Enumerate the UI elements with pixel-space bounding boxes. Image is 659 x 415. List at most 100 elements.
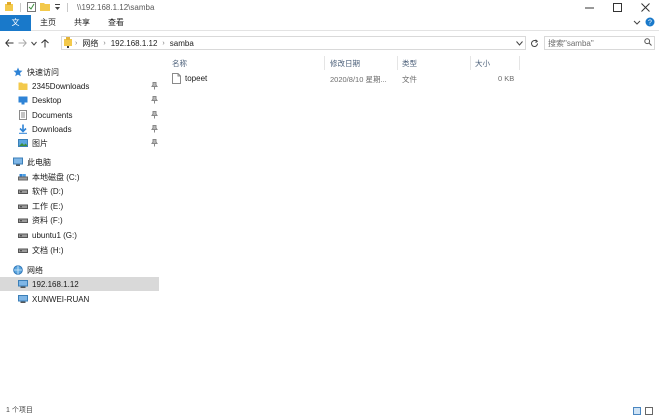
nav-item-pictures[interactable]: 图片 — [17, 136, 48, 150]
nav-network-item-xunwei[interactable]: XUNWEI-RUAN — [17, 292, 89, 306]
column-divider[interactable] — [470, 56, 471, 70]
search-input[interactable] — [548, 38, 644, 48]
nav-label: 本地磁盘 (C:) — [32, 172, 80, 182]
computer-icon — [17, 293, 29, 305]
download-arrow-icon — [17, 123, 29, 135]
file-modified: 2020/8/10 星期... — [330, 75, 387, 84]
nav-item-documents[interactable]: Documents — [17, 108, 72, 122]
column-header-name[interactable]: 名称 — [172, 56, 187, 70]
tab-share[interactable]: 共享 — [65, 15, 99, 31]
properties-icon[interactable] — [27, 1, 36, 14]
nav-item-downloads[interactable]: Downloads — [17, 122, 72, 136]
back-button[interactable] — [3, 34, 16, 52]
ribbon-right-controls: ? — [633, 15, 655, 31]
file-icon — [172, 73, 181, 86]
svg-text:?: ? — [648, 20, 652, 27]
nav-label: 此电脑 — [27, 157, 51, 167]
nav-drive-c[interactable]: 本地磁盘 (C:) — [17, 170, 80, 184]
network-icon — [12, 264, 24, 276]
search-field[interactable] — [544, 36, 655, 50]
nav-label: 图片 — [32, 138, 48, 148]
nav-label: 快速访问 — [27, 67, 59, 77]
desktop-icon — [17, 94, 29, 106]
nav-drive-d[interactable]: 软件 (D:) — [17, 184, 64, 198]
navigation-pane: 快速访问 2345Downloads Desktop Documents Dow… — [0, 57, 160, 407]
nav-item-2345downloads[interactable]: 2345Downloads — [17, 79, 89, 93]
nav-drive-h[interactable]: 文档 (H:) — [17, 243, 64, 257]
column-header-type[interactable]: 类型 — [402, 56, 417, 70]
nav-label: Documents — [32, 110, 73, 120]
nav-item-desktop[interactable]: Desktop — [17, 93, 61, 107]
refresh-button[interactable] — [527, 36, 541, 50]
breadcrumb-host[interactable]: 192.168.1.12 — [111, 39, 158, 48]
close-button[interactable] — [631, 0, 659, 15]
search-icon[interactable] — [644, 38, 652, 48]
column-divider[interactable] — [397, 56, 398, 70]
tab-file[interactable]: 文件 — [0, 14, 31, 43]
up-button[interactable] — [38, 34, 51, 52]
nav-label: Desktop — [32, 95, 62, 105]
nav-label: 资料 (F:) — [32, 215, 63, 225]
large-icons-view-icon[interactable] — [645, 407, 653, 415]
file-size: 0 KB — [498, 74, 515, 83]
ribbon-tabs: 文件 主页 共享 查看 ? — [0, 14, 659, 43]
customize-toolbar-icon[interactable] — [54, 3, 61, 13]
nav-drive-e[interactable]: 工作 (E:) — [17, 199, 63, 213]
nav-network-item-host[interactable]: 192.168.1.12 — [0, 277, 159, 291]
address-dropdown-button[interactable] — [513, 37, 525, 49]
address-bar[interactable]: › 网络 › 192.168.1.12 › samba — [61, 36, 526, 50]
nav-drive-f[interactable]: 资料 (F:) — [17, 213, 63, 227]
pin-icon[interactable] — [150, 138, 158, 148]
nav-label: 192.168.1.12 — [32, 279, 79, 289]
nav-label: 文档 (H:) — [32, 245, 64, 255]
drive-icon — [17, 200, 29, 212]
breadcrumb-separator: › — [162, 39, 165, 47]
pin-icon[interactable] — [150, 95, 158, 105]
drive-icon — [17, 185, 29, 197]
file-list: 名称 修改日期 类型 大小 topeet 2020/8/10 星期... 文件 … — [164, 52, 659, 407]
pin-icon[interactable] — [150, 81, 158, 91]
view-switcher — [633, 407, 653, 415]
nav-label: 软件 (D:) — [32, 186, 64, 196]
pictures-icon — [17, 137, 29, 149]
recent-locations-button[interactable] — [29, 34, 38, 52]
computer-icon — [17, 278, 29, 290]
column-divider[interactable] — [519, 56, 520, 70]
nav-this-pc[interactable]: 此电脑 — [12, 155, 51, 169]
nav-network[interactable]: 网络 — [12, 263, 43, 277]
star-icon — [12, 66, 24, 78]
nav-label: 工作 (E:) — [32, 201, 64, 211]
app-icon[interactable] — [4, 1, 14, 14]
breadcrumb-network[interactable]: 网络 — [82, 38, 98, 49]
expand-ribbon-icon[interactable] — [633, 19, 641, 28]
breadcrumb-share[interactable]: samba — [170, 39, 194, 48]
breadcrumb-separator: › — [103, 39, 106, 47]
column-header-modified[interactable]: 修改日期 — [330, 56, 360, 70]
details-view-icon[interactable] — [633, 407, 641, 415]
forward-button[interactable] — [16, 34, 29, 52]
computer-icon — [12, 156, 24, 168]
window-controls — [575, 0, 659, 15]
maximize-button[interactable] — [603, 0, 631, 15]
file-row[interactable]: topeet 2020/8/10 星期... 文件 0 KB — [170, 72, 530, 86]
toolbar-separator — [67, 3, 68, 12]
nav-drive-g[interactable]: ubuntu1 (G:) — [17, 228, 77, 242]
folder-icon — [17, 80, 29, 92]
nav-label: Downloads — [32, 124, 72, 134]
column-header-size[interactable]: 大小 — [475, 56, 490, 70]
column-divider[interactable] — [324, 56, 325, 70]
status-bar: 1 个项目 — [0, 407, 659, 415]
pin-icon[interactable] — [150, 110, 158, 120]
new-folder-icon[interactable] — [40, 2, 50, 13]
drive-icon — [17, 229, 29, 241]
help-icon[interactable]: ? — [645, 17, 655, 29]
drive-icon — [17, 214, 29, 226]
nav-quick-access[interactable]: 快速访问 — [12, 65, 59, 79]
tab-home[interactable]: 主页 — [31, 15, 65, 31]
window-title: \\192.168.1.12\samba — [77, 3, 155, 12]
minimize-button[interactable] — [575, 0, 603, 15]
drive-icon — [17, 244, 29, 256]
tab-view[interactable]: 查看 — [99, 15, 133, 31]
drive-icon — [17, 171, 29, 183]
pin-icon[interactable] — [150, 124, 158, 134]
